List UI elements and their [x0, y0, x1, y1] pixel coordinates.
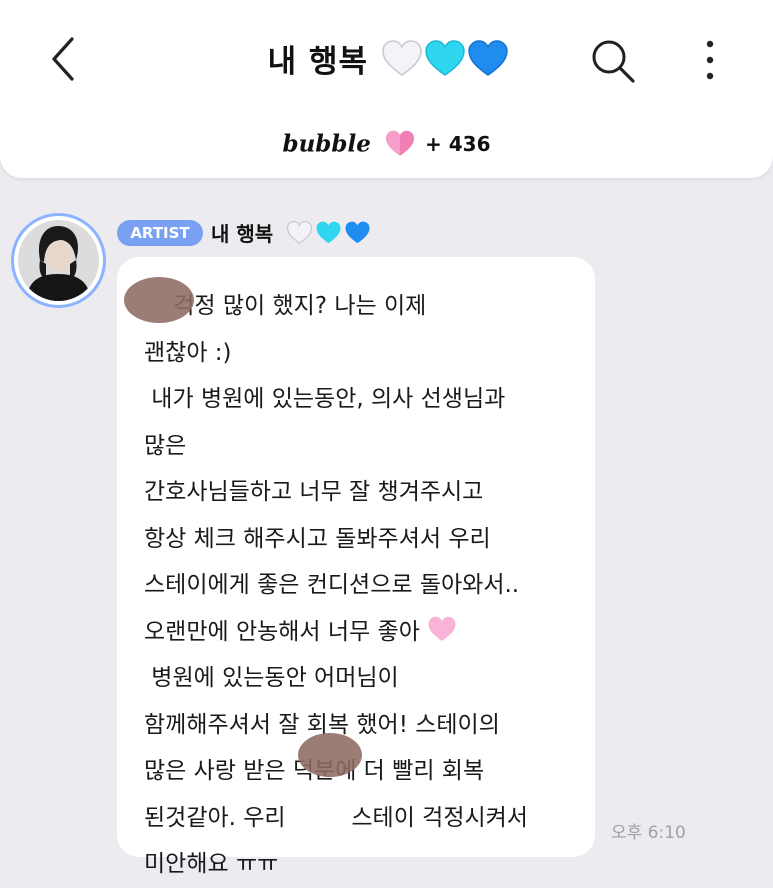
blue-heart-icon [345, 221, 370, 244]
redaction-scribble [298, 733, 362, 777]
more-vertical-icon [706, 40, 714, 80]
search-button[interactable] [588, 36, 638, 86]
sender-hearts [286, 220, 370, 245]
app-info-row: bubble + 436 [0, 130, 773, 158]
pink-heart-icon [428, 616, 456, 641]
message-line: 괜찮아 :) [144, 339, 232, 366]
message-line: 걱정 많이 했지? 나는 이제 [144, 293, 427, 319]
avatar-photo [18, 220, 99, 301]
search-icon [592, 40, 635, 83]
white-heart-icon [286, 220, 313, 244]
message-line: 된것같아. 우리 스테이 걱정시켜서 [144, 804, 528, 831]
title-row: 내 행복 [0, 36, 773, 81]
subscriber-count: + 436 [425, 132, 491, 156]
message-timestamp: 오후 6:10 [611, 823, 686, 843]
artist-badge: ARTIST [117, 220, 203, 246]
cyan-heart-icon [316, 221, 341, 244]
message-text: 걱정 많이 했지? 나는 이제괜찮아 :) 내가 병원에 있는동안, 의사 선생… [144, 283, 584, 888]
bubble-logo: bubble [282, 130, 371, 158]
message-line: 많은 사랑 받은 덕분에 더 빨리 회복 [144, 758, 485, 784]
message-line: 병원에 있는동안 어머님이 [144, 665, 399, 691]
white-heart-icon [382, 39, 422, 76]
more-button[interactable] [697, 38, 723, 82]
blue-heart-icon [468, 39, 509, 76]
pink-heart-icon [385, 130, 414, 156]
message-line: 함께해주셔서 잘 회복 했어! 스테이의 [144, 711, 500, 738]
redaction-scribble [124, 277, 194, 323]
message-line: 항상 체크 해주시고 돌봐주셔서 우리 [144, 525, 491, 552]
cyan-heart-icon [425, 39, 465, 76]
avatar[interactable] [11, 213, 106, 308]
sender-name: 내 행복 [211, 222, 274, 246]
message-line: 간호사님들하고 너무 잘 챙겨주시고 [144, 479, 484, 505]
message-line: 많은 [144, 432, 187, 459]
message-line: 내가 병원에 있는동안, 의사 선생님과 [144, 386, 506, 412]
title-hearts [381, 39, 509, 78]
chat-title: 내 행복 [267, 44, 369, 80]
message-line: 미안해요 ㅠㅠ [144, 851, 279, 877]
chat-header: 내 행복 bubble + 436 [0, 0, 773, 178]
message-line: 스테이에게 좋은 컨디션으로 돌아와서.. [144, 572, 520, 598]
message-line: 오랜만에 안농해서 너무 좋아 [144, 609, 584, 656]
